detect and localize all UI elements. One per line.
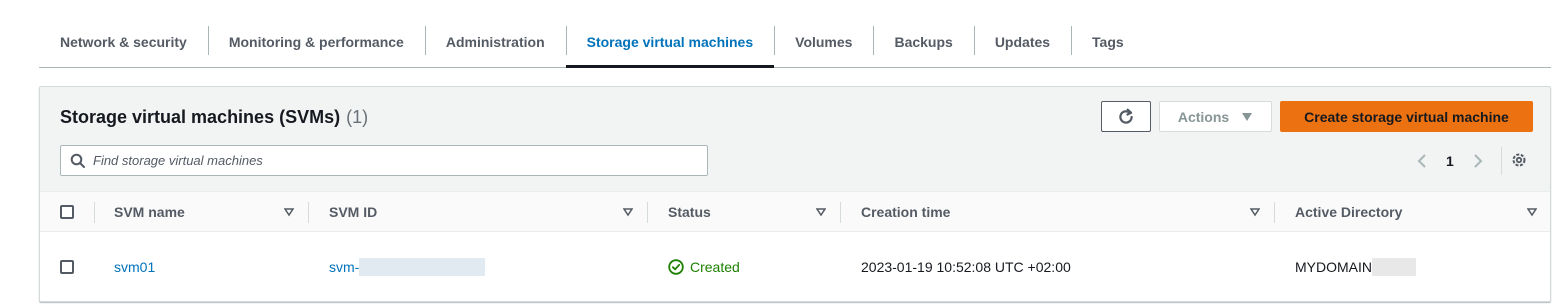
sort-icon[interactable] bbox=[284, 207, 294, 217]
select-all-cell bbox=[60, 192, 74, 231]
status-ok-icon bbox=[668, 259, 684, 275]
pagination: 1 bbox=[1416, 149, 1484, 173]
column-header-status[interactable]: Status bbox=[668, 192, 711, 231]
chevron-right-icon[interactable] bbox=[1472, 153, 1484, 169]
svm-count: (1) bbox=[346, 107, 369, 127]
svm-id-cell: svm- bbox=[329, 232, 486, 301]
sort-icon[interactable] bbox=[623, 207, 633, 217]
caret-down-icon bbox=[1242, 112, 1253, 121]
table-row: svm01 svm- Created 2023-01-19 10:52:08 U… bbox=[40, 232, 1550, 301]
gear-icon[interactable] bbox=[1510, 151, 1528, 169]
creation-time: 2023-01-19 10:52:08 UTC +02:00 bbox=[861, 259, 1071, 275]
tab-network-security[interactable]: Network & security bbox=[39, 18, 208, 66]
panel-title: Storage virtual machines (SVMs) (1) bbox=[60, 107, 368, 128]
tab-administration[interactable]: Administration bbox=[424, 18, 566, 66]
create-svm-button[interactable]: Create storage virtual machine bbox=[1280, 101, 1533, 132]
sort-icon[interactable] bbox=[1527, 207, 1537, 217]
tab-updates[interactable]: Updates bbox=[973, 18, 1071, 66]
table-header: SVM name SVM ID Status Creation time Act… bbox=[40, 191, 1550, 232]
active-directory-cell: MYDOMAIN bbox=[1295, 232, 1416, 301]
actions-button[interactable]: Actions bbox=[1159, 101, 1272, 132]
svm-table: SVM name SVM ID Status Creation time Act… bbox=[40, 191, 1550, 301]
redacted-domain bbox=[1372, 258, 1416, 276]
row-select-cell bbox=[60, 232, 74, 301]
actions-label: Actions bbox=[1177, 108, 1230, 125]
column-divider bbox=[308, 202, 309, 223]
status-text: Created bbox=[690, 259, 740, 275]
tab-backups[interactable]: Backups bbox=[873, 18, 973, 66]
row-checkbox[interactable] bbox=[60, 260, 74, 274]
svm-table-container: Storage virtual machines (SVMs) (1) Actio… bbox=[39, 86, 1551, 302]
create-svm-label: Create storage virtual machine bbox=[1304, 108, 1509, 125]
status-cell: Created bbox=[668, 232, 740, 301]
column-header-svm-id[interactable]: SVM ID bbox=[329, 192, 377, 231]
chevron-left-icon[interactable] bbox=[1416, 153, 1428, 169]
refresh-button[interactable] bbox=[1101, 101, 1151, 132]
tab-bar: Network & security Monitoring & performa… bbox=[39, 18, 1551, 68]
active-directory-text: MYDOMAIN bbox=[1295, 259, 1372, 275]
tab-monitoring-performance[interactable]: Monitoring & performance bbox=[207, 18, 425, 66]
svm-id-link[interactable]: svm- bbox=[329, 259, 359, 275]
search-icon bbox=[70, 153, 85, 168]
page-number[interactable]: 1 bbox=[1446, 153, 1454, 169]
column-header-creation-time[interactable]: Creation time bbox=[861, 192, 950, 231]
tab-tags[interactable]: Tags bbox=[1071, 18, 1145, 66]
refresh-icon bbox=[1119, 108, 1133, 124]
column-header-svm-name[interactable]: SVM name bbox=[114, 192, 185, 231]
redacted-id bbox=[359, 258, 486, 276]
column-divider bbox=[1274, 202, 1275, 223]
tab-volumes[interactable]: Volumes bbox=[774, 18, 873, 66]
panel-title-text: Storage virtual machines (SVMs) bbox=[60, 107, 341, 127]
column-header-active-directory[interactable]: Active Directory bbox=[1295, 192, 1402, 231]
search-box bbox=[60, 145, 708, 176]
sort-icon[interactable] bbox=[816, 207, 826, 217]
tab-storage-virtual-machines[interactable]: Storage virtual machines bbox=[565, 18, 775, 68]
search-input[interactable] bbox=[93, 153, 707, 168]
pagination-divider bbox=[1501, 147, 1502, 175]
column-divider bbox=[840, 202, 841, 223]
column-divider bbox=[647, 202, 648, 223]
svm-name-link[interactable]: svm01 bbox=[114, 232, 155, 301]
sort-icon[interactable] bbox=[1250, 207, 1260, 217]
select-all-checkbox[interactable] bbox=[60, 204, 74, 219]
column-divider bbox=[94, 202, 95, 223]
